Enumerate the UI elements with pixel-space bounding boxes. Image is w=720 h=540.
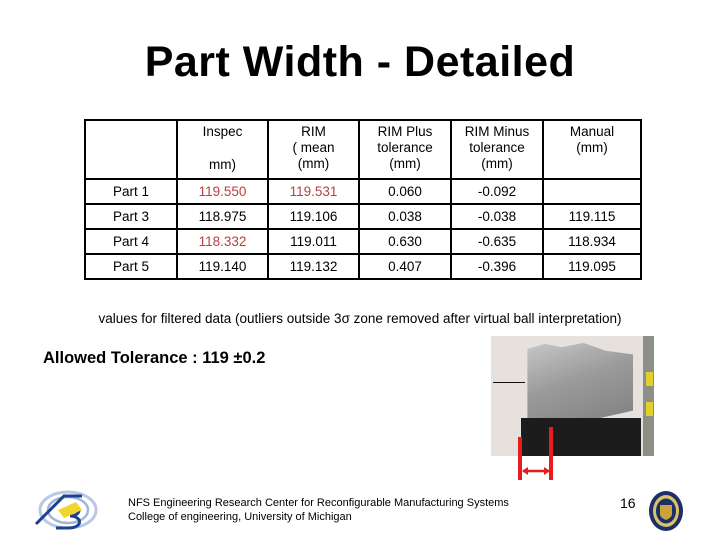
cell-manual: [542, 178, 642, 205]
slide-title: Part Width - Detailed: [144, 38, 576, 86]
cell-rim-minus: -0.092: [450, 178, 544, 205]
cell-rim-plus: 0.407: [358, 253, 452, 280]
table-row: Part 4 118.332 119.011 0.630 -0.635 118.…: [84, 228, 642, 255]
allowed-tolerance: Allowed Tolerance : 119 ±0.2: [43, 349, 266, 367]
table-row: Part 5 119.140 119.132 0.407 -0.396 119.…: [84, 253, 642, 280]
cylinder-head-shape: [527, 342, 633, 430]
cell-inspec: 118.975: [176, 203, 269, 230]
cell-rim-mean: 119.106: [267, 203, 360, 230]
footer-line-2: College of engineering, University of Mi…: [128, 511, 352, 523]
footer-text: NFS Engineering Research Center for Reco…: [128, 496, 509, 524]
cell-part: Part 3: [84, 203, 178, 230]
cell-rim-mean: 119.132: [267, 253, 360, 280]
header-rim-plus: RIM Plus tolerance (mm): [358, 119, 452, 180]
header-manual: Manual (mm): [542, 119, 642, 180]
fixture-base: [521, 418, 641, 456]
erc-rms-logo-icon: [34, 490, 98, 530]
cell-part: Part 1: [84, 178, 178, 205]
header-part: [84, 119, 178, 180]
cell-part: Part 5: [84, 253, 178, 280]
part-width-table: Inspec mm) RIM ( mean (mm) RIM Plus tole…: [84, 119, 642, 280]
engine-head-photo: [491, 336, 654, 456]
cell-manual: 119.115: [542, 203, 642, 230]
university-seal-icon: [649, 491, 683, 531]
measurement-arrow-icon: [522, 467, 550, 475]
cell-rim-mean: 119.531: [267, 178, 360, 205]
cell-rim-plus: 0.060: [358, 178, 452, 205]
cell-part: Part 4: [84, 228, 178, 255]
fixture-side: [643, 336, 654, 456]
cell-manual: 119.095: [542, 253, 642, 280]
cell-rim-minus: -0.396: [450, 253, 544, 280]
cell-inspec: 119.140: [176, 253, 269, 280]
yellow-tag: [646, 372, 653, 386]
header-rim-mean: RIM ( mean (mm): [267, 119, 360, 180]
table-row: Part 1 119.550 119.531 0.060 -0.092: [84, 178, 642, 205]
cell-rim-plus: 0.038: [358, 203, 452, 230]
cell-rim-minus: -0.038: [450, 203, 544, 230]
table-row: Part 3 118.975 119.106 0.038 -0.038 119.…: [84, 203, 642, 230]
cell-inspec: 118.332: [176, 228, 269, 255]
cell-manual: 118.934: [542, 228, 642, 255]
cell-rim-minus: -0.635: [450, 228, 544, 255]
page-number: 16: [620, 495, 636, 511]
filter-note: values for filtered data (outliers outsi…: [98, 311, 622, 326]
table-header-row: Inspec mm) RIM ( mean (mm) RIM Plus tole…: [84, 119, 642, 180]
header-inspec: Inspec mm): [176, 119, 269, 180]
header-rim-minus: RIM Minus tolerance (mm): [450, 119, 544, 180]
cell-rim-plus: 0.630: [358, 228, 452, 255]
axis-arrow-icon: [493, 382, 525, 383]
cell-inspec: 119.550: [176, 178, 269, 205]
footer-line-1: NFS Engineering Research Center for Reco…: [128, 497, 509, 509]
yellow-tag: [646, 402, 653, 416]
cell-rim-mean: 119.011: [267, 228, 360, 255]
